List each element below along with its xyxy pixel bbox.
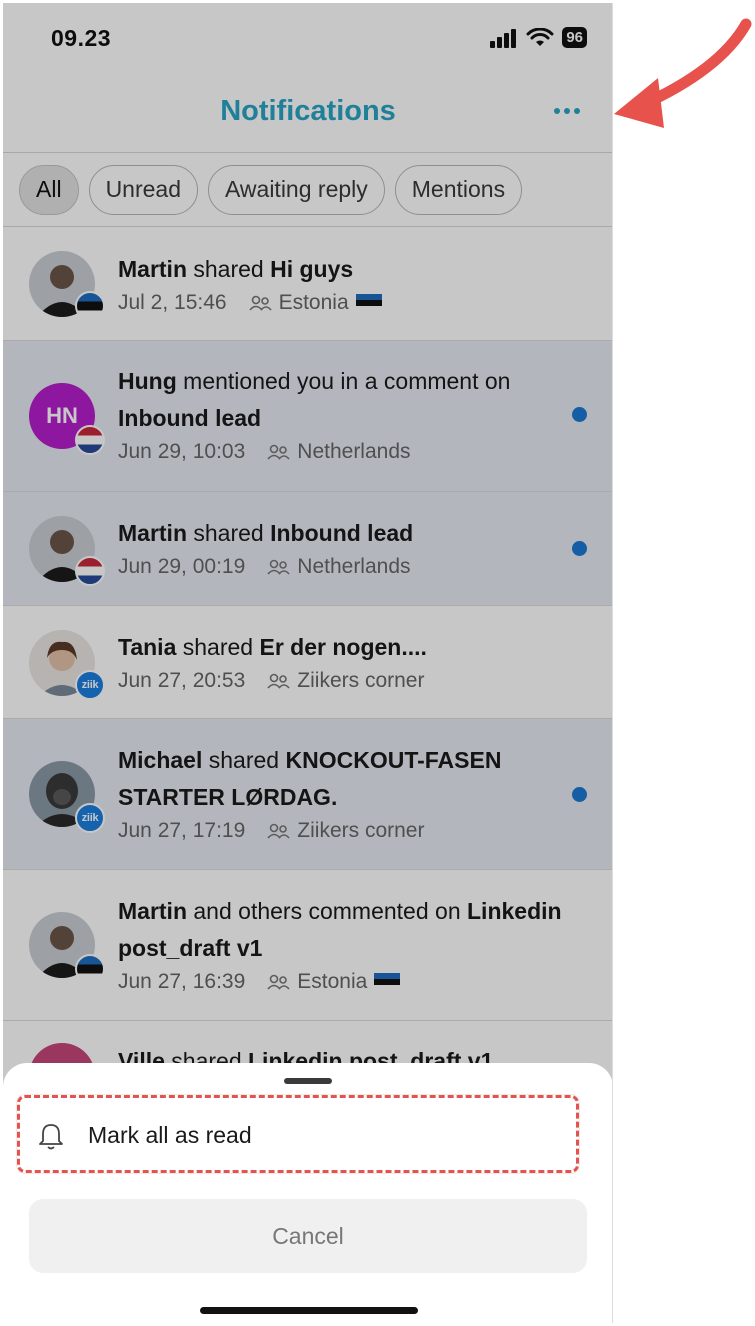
mark-all-read-button[interactable]: Mark all as read	[17, 1095, 579, 1173]
phone-screen: 09.23 96 Notifications All Unread Awaiti…	[3, 3, 613, 1323]
mark-all-read-label: Mark all as read	[88, 1122, 252, 1148]
sheet-drag-handle[interactable]	[284, 1078, 332, 1084]
bell-icon	[38, 1122, 64, 1155]
annotation-arrow-icon	[614, 18, 752, 128]
home-indicator	[200, 1307, 418, 1314]
cancel-button[interactable]: Cancel	[29, 1199, 587, 1273]
action-sheet: Mark all as read Cancel	[3, 1063, 612, 1323]
screenshot-canvas: 09.23 96 Notifications All Unread Awaiti…	[0, 0, 755, 1326]
